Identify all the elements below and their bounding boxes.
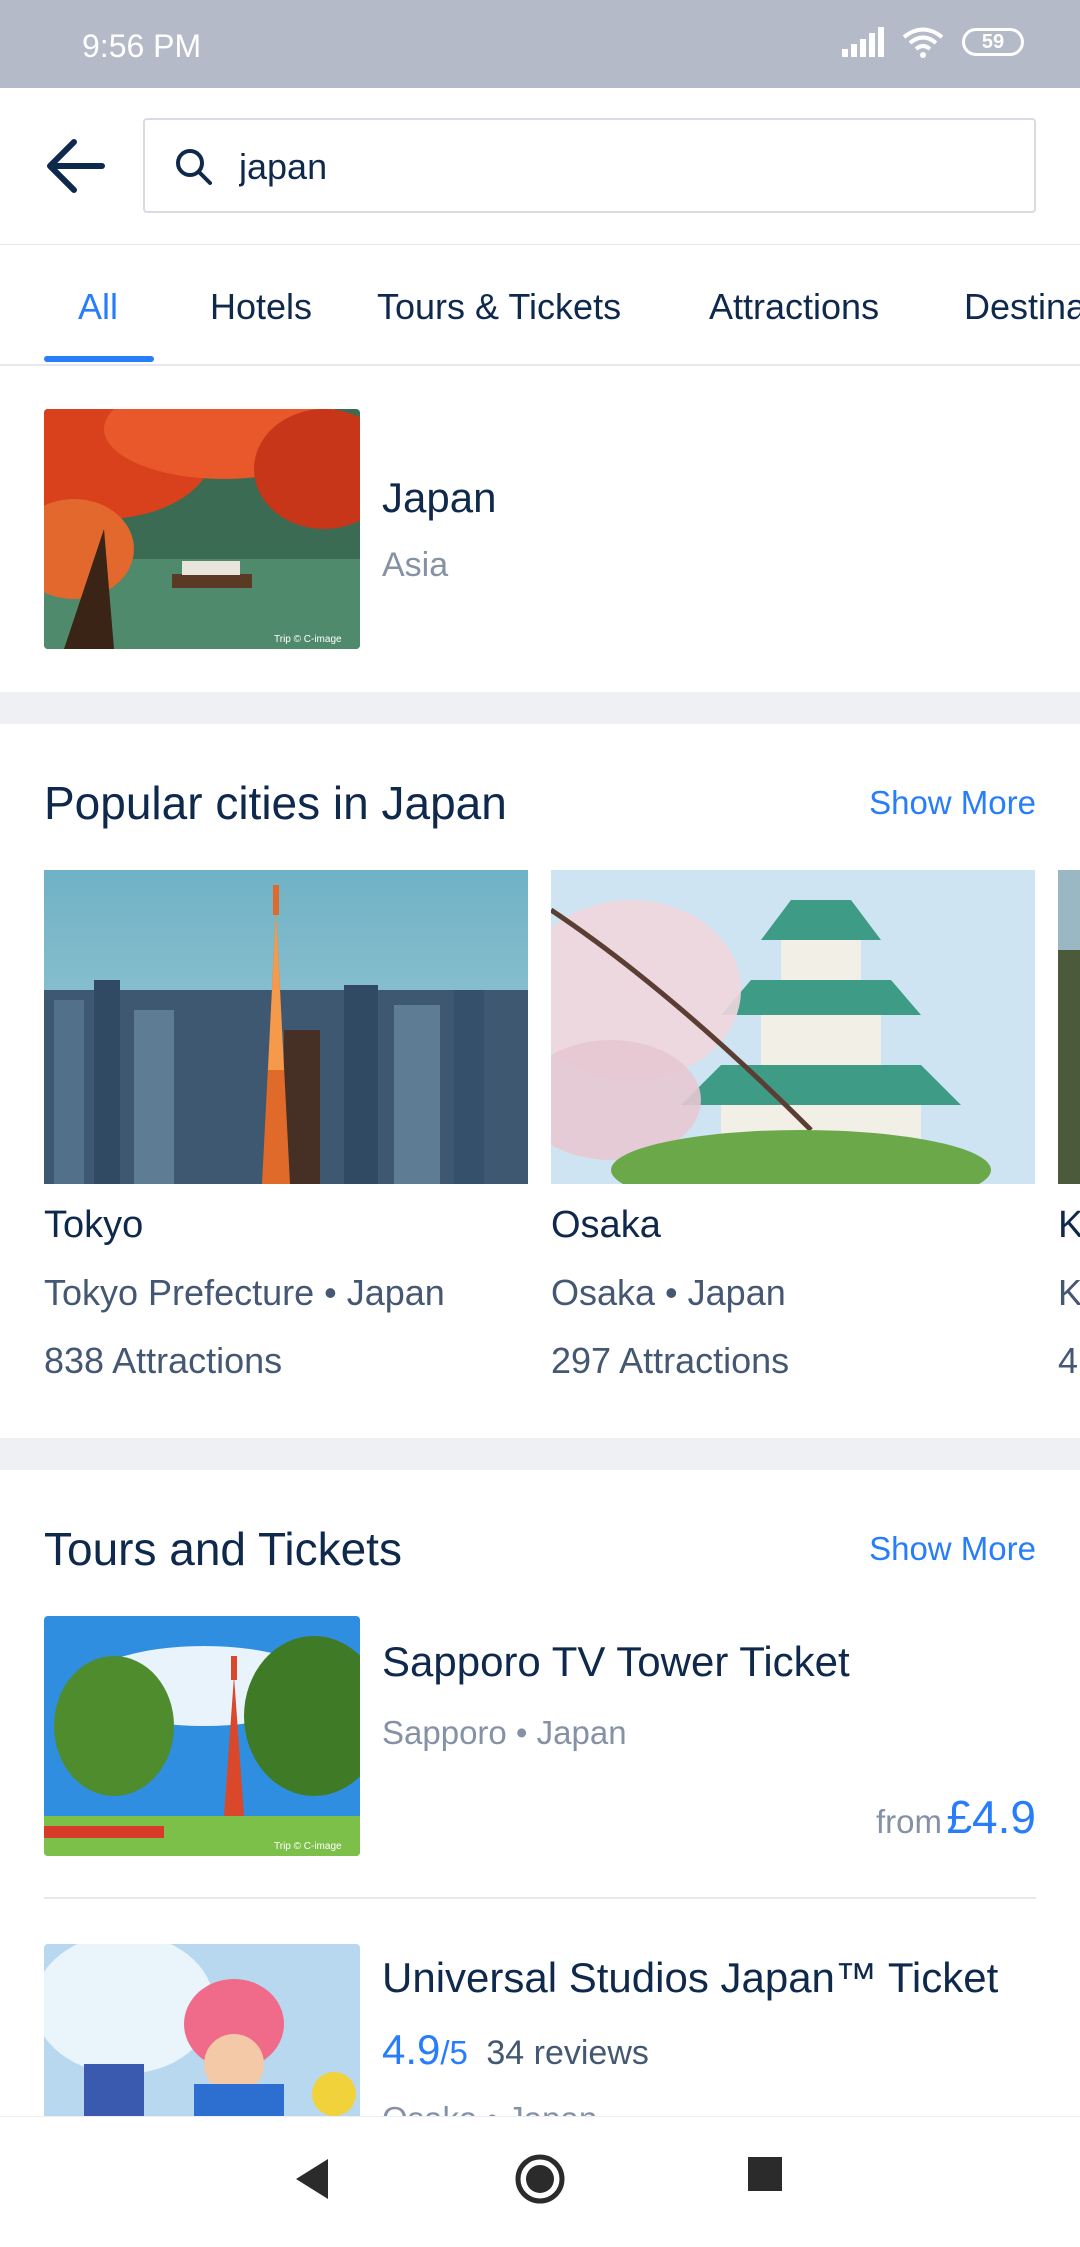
- universal-studios-image: [44, 1944, 360, 2116]
- tab-all[interactable]: All: [78, 286, 118, 328]
- tour-image: [44, 1944, 360, 2116]
- popular-cities-title: Popular cities in Japan: [44, 777, 507, 829]
- system-nav-bar: [0, 2116, 1080, 2247]
- status-bar: 9:56 PM 59: [0, 0, 1080, 88]
- destination-result[interactable]: Trip © C-image Japan Asia: [0, 366, 1080, 692]
- city-name: Tokyo: [44, 1204, 144, 1246]
- city-image: [44, 870, 528, 1184]
- review-count: 34 reviews: [486, 2034, 649, 2072]
- tour-location: Sapporo • Japan: [382, 1714, 627, 1751]
- battery-level: 59: [981, 30, 1005, 53]
- tour-title: Sapporo TV Tower Ticket: [382, 1638, 850, 1685]
- tour-image: Trip © C-image: [44, 1616, 360, 1856]
- city-region: Tokyo Prefecture • Japan: [44, 1272, 445, 1313]
- tours-title: Tours and Tickets: [44, 1523, 402, 1575]
- tab-tours-tickets[interactable]: Tours & Tickets: [377, 286, 621, 328]
- section-divider: [0, 1438, 1080, 1470]
- tours-show-more[interactable]: Show More: [869, 1530, 1036, 1568]
- sapporo-tower-image: Trip © C-image: [44, 1616, 360, 1856]
- status-time: 9:56 PM: [82, 28, 202, 64]
- city-card-tokyo[interactable]: Tokyo Tokyo Prefecture • Japan 838 Attra…: [44, 870, 528, 1381]
- osaka-castle-image: [551, 870, 1035, 1184]
- city-name: Osaka: [551, 1204, 661, 1246]
- image-credit: Trip © C-image: [274, 1841, 342, 1852]
- city-image: [1058, 870, 1080, 1184]
- tour-title: Universal Studios Japan™ Ticket: [382, 1954, 999, 2001]
- back-arrow-icon[interactable]: [44, 136, 108, 196]
- city-partial-image: [1058, 870, 1080, 1184]
- destination-image: Trip © C-image: [44, 409, 360, 649]
- rating-scale: /5: [440, 2034, 468, 2071]
- city-region: Osaka • Japan: [551, 1272, 786, 1313]
- city-card-osaka[interactable]: Osaka Osaka • Japan 297 Attractions: [551, 870, 1035, 1381]
- city-card-partial[interactable]: K K 4: [1058, 870, 1080, 1381]
- active-tab-indicator: [44, 356, 154, 362]
- tab-attractions[interactable]: Attractions: [709, 286, 879, 328]
- city-name: K: [1058, 1204, 1080, 1246]
- tab-destinations[interactable]: Destinations: [964, 286, 1080, 328]
- tour-price: from £4.9: [876, 1790, 1036, 1844]
- search-input[interactable]: [237, 138, 1001, 196]
- image-credit: Trip © C-image: [274, 634, 342, 645]
- section-divider: [0, 692, 1080, 724]
- city-attractions-count: 297 Attractions: [551, 1340, 790, 1381]
- tour-rating: 4.9/5 34 reviews: [382, 2026, 649, 2074]
- status-icons: 59: [842, 26, 1024, 58]
- city-image: [551, 870, 1035, 1184]
- city-region: K: [1058, 1272, 1080, 1313]
- city-attractions-count: 838 Attractions: [44, 1340, 283, 1381]
- search-box[interactable]: [143, 118, 1036, 213]
- tab-hotels[interactable]: Hotels: [210, 286, 312, 328]
- popular-cities-show-more[interactable]: Show More: [869, 784, 1036, 822]
- city-attractions-count: 4: [1058, 1340, 1079, 1381]
- price-value: £4.9: [946, 1791, 1036, 1843]
- nav-home-icon[interactable]: [514, 2153, 566, 2205]
- nav-back-icon[interactable]: [292, 2157, 332, 2201]
- category-tabs: All Hotels Tours & Tickets Attractions D…: [0, 244, 1080, 366]
- search-header: [0, 88, 1080, 245]
- rating-value: 4.9: [382, 2026, 441, 2073]
- row-separator: [44, 1897, 1036, 1899]
- nav-recents-icon[interactable]: [748, 2157, 782, 2191]
- search-icon: [176, 149, 212, 185]
- price-prefix: from: [876, 1803, 943, 1840]
- wifi-icon: [902, 27, 944, 58]
- destination-name: Japan: [382, 474, 497, 521]
- battery-icon: 59: [962, 28, 1024, 56]
- destination-region: Asia: [382, 546, 449, 584]
- autumn-river-image: Trip © C-image: [44, 409, 360, 649]
- tokyo-skyline-image: [44, 870, 528, 1184]
- signal-icon: [842, 27, 884, 57]
